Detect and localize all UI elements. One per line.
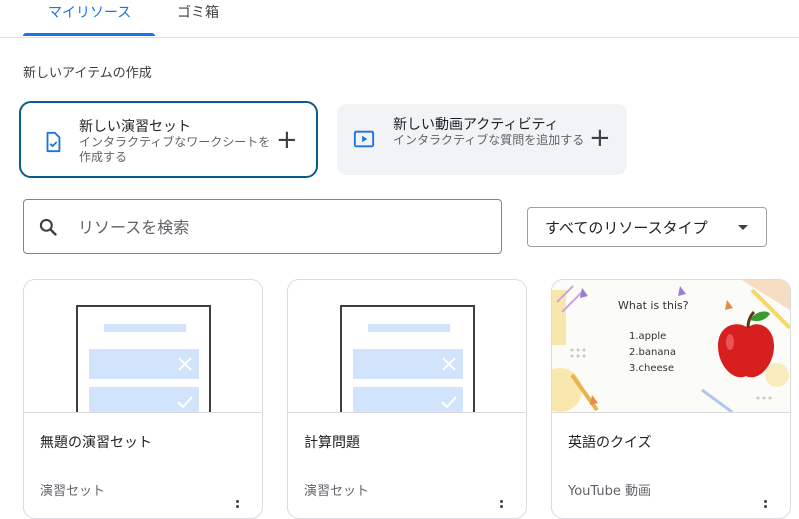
card-subtitle: インタラクティブなワークシートを作成する xyxy=(79,135,271,164)
add-icon[interactable]: + xyxy=(589,125,611,151)
video-thumbnail: What is this? 1.apple 2.banana 3.cheese xyxy=(552,280,790,413)
search-input[interactable] xyxy=(76,214,480,240)
filter-label: すべてのリソースタイプ xyxy=(545,219,708,237)
new-video-activity-card[interactable]: 新しい動画アクティビティ インタラクティブな質問を追加する + xyxy=(337,104,627,175)
resource-card[interactable]: 無題の演習セット 演習セット xyxy=(23,279,263,519)
resource-type: YouTube 動画 xyxy=(568,484,651,499)
quiz-option: 3.cheese xyxy=(629,363,675,374)
resource-title: 計算問題 xyxy=(304,435,360,451)
card-title: 新しい動画アクティビティ xyxy=(393,117,559,133)
resource-type: 演習セット xyxy=(40,484,106,499)
card-title: 新しい演習セット xyxy=(79,119,191,135)
worksheet-thumbnail xyxy=(288,280,526,413)
worksheet-thumbnail xyxy=(24,280,262,413)
quiz-option: 2.banana xyxy=(629,347,676,358)
worksheet-icon xyxy=(46,131,61,153)
quiz-question: What is this? xyxy=(618,299,689,312)
search-box xyxy=(23,199,502,254)
resource-card[interactable]: 計算問題 演習セット xyxy=(287,279,527,519)
resource-title: 英語のクイズ xyxy=(568,435,652,451)
quiz-options: 1.apple 2.banana 3.cheese xyxy=(629,329,676,377)
add-icon[interactable]: + xyxy=(276,127,298,153)
search-icon xyxy=(39,218,57,236)
tab-trash[interactable]: ゴミ箱 xyxy=(177,0,219,36)
resource-title: 無題の演習セット xyxy=(40,435,152,451)
video-icon xyxy=(353,130,375,148)
dropdown-caret-icon xyxy=(738,225,748,230)
create-section-title: 新しいアイテムの作成 xyxy=(23,66,152,81)
resource-card[interactable]: What is this? 1.apple 2.banana 3.cheese … xyxy=(551,279,791,519)
card-subtitle: インタラクティブな質問を追加する xyxy=(393,133,585,147)
resource-type-filter[interactable]: すべてのリソースタイプ xyxy=(527,207,767,247)
quiz-option: 1.apple xyxy=(629,331,667,342)
resource-type: 演習セット xyxy=(304,484,370,499)
tab-bar: マイリソース ゴミ箱 xyxy=(0,0,799,38)
new-practice-set-card[interactable]: 新しい演習セット インタラクティブなワークシートを作成する + xyxy=(19,101,318,178)
tab-my-resources[interactable]: マイリソース xyxy=(48,0,131,36)
active-tab-indicator xyxy=(23,33,155,36)
